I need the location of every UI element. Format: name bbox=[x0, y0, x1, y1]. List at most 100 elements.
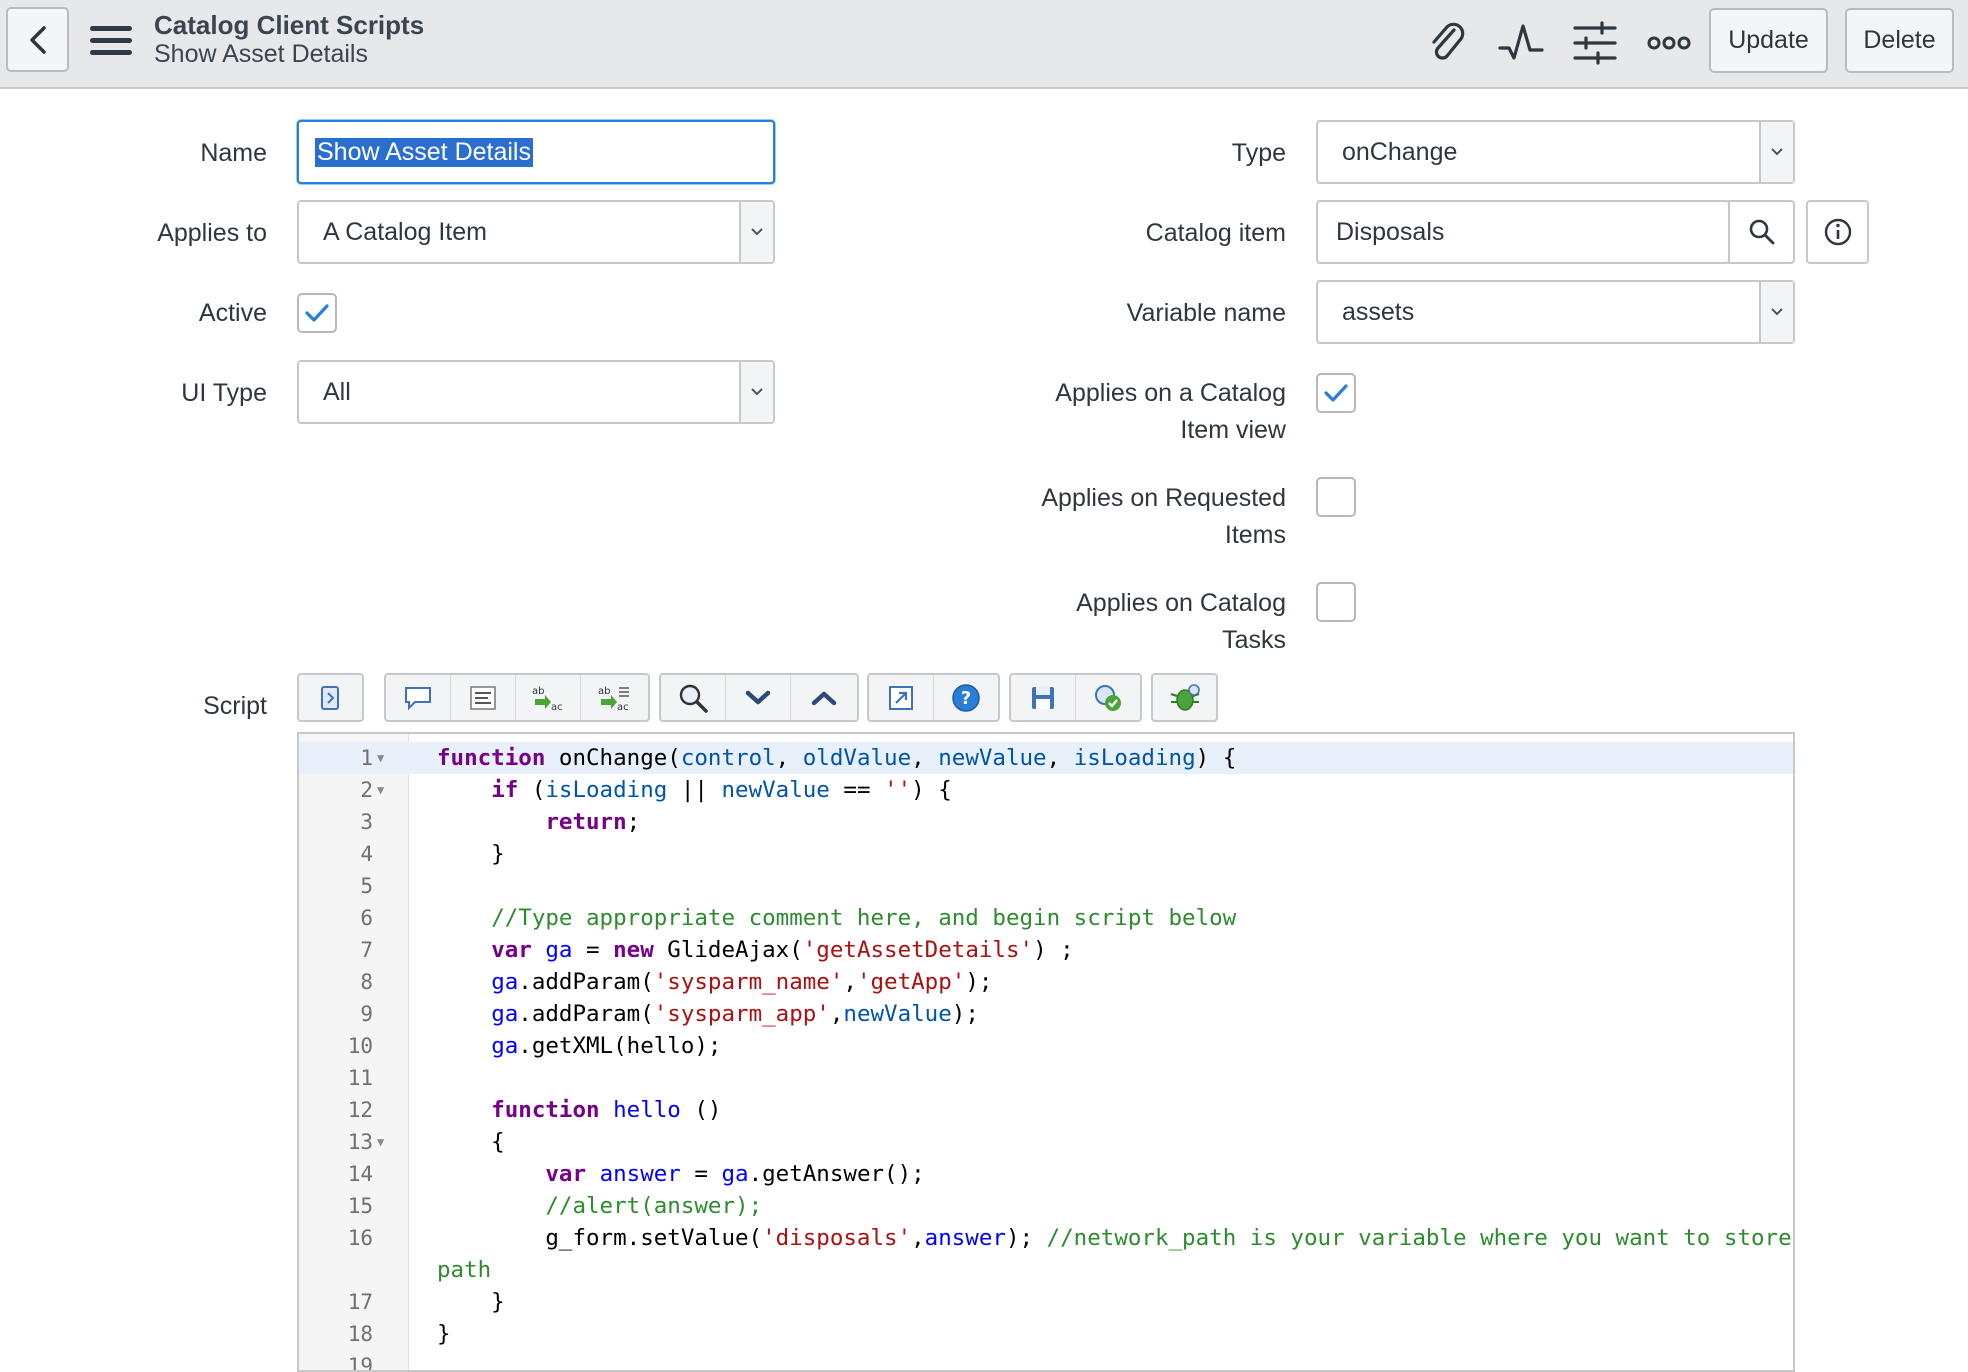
name-input-value: Show Asset Details bbox=[315, 137, 533, 167]
activity-icon[interactable] bbox=[1498, 20, 1544, 66]
name-label: Name bbox=[200, 139, 267, 167]
script-toolbar-group-4: ? bbox=[867, 673, 1000, 722]
code-line[interactable]: 12 function hello () bbox=[299, 1094, 1793, 1126]
menu-icon[interactable] bbox=[90, 26, 132, 58]
search-icon bbox=[1749, 219, 1774, 245]
applies-tasks-checkbox[interactable] bbox=[1316, 582, 1356, 622]
fullscreen-button[interactable] bbox=[869, 675, 934, 720]
chevron-down-icon bbox=[1771, 148, 1783, 156]
code-line[interactable]: 13 ▼ { bbox=[299, 1126, 1793, 1158]
applies-requested-checkbox[interactable] bbox=[1316, 477, 1356, 517]
svg-text:ab: ab bbox=[598, 686, 610, 697]
catalog-item-lookup-button[interactable] bbox=[1728, 200, 1795, 264]
fullscreen-icon bbox=[888, 685, 913, 710]
script-editor[interactable]: 1 ▼ function onChange(control, oldValue, n… bbox=[297, 732, 1795, 1372]
type-label: Type bbox=[1231, 139, 1286, 167]
type-value: onChange bbox=[1342, 137, 1458, 166]
help-icon: ? bbox=[952, 683, 980, 712]
applies-tasks-label-line1: Applies on Catalog bbox=[1076, 589, 1286, 617]
applies-catalog-view-label: Applies on a Catalog Item view bbox=[900, 375, 1286, 449]
code-line[interactable]: 18} bbox=[299, 1318, 1793, 1350]
code-line[interactable]: 10 ga.getXML(hello); bbox=[299, 1030, 1793, 1062]
variable-name-dropdown-arrow[interactable] bbox=[1759, 282, 1793, 342]
back-icon bbox=[29, 25, 46, 54]
checkmark-icon bbox=[305, 304, 329, 322]
replace-all-button[interactable]: ab ac bbox=[581, 675, 646, 720]
syntax-toggle-icon bbox=[320, 685, 339, 710]
find-next-button[interactable] bbox=[726, 675, 791, 720]
active-label: Active bbox=[198, 299, 267, 327]
code-line[interactable]: 4 } bbox=[299, 838, 1793, 870]
code-line[interactable]: path bbox=[299, 1254, 1793, 1286]
comment-button[interactable] bbox=[386, 675, 451, 720]
applies-to-label: Applies to bbox=[157, 219, 267, 247]
code-line[interactable]: 6 //Type appropriate comment here, and b… bbox=[299, 902, 1793, 934]
chevron-up-icon bbox=[811, 691, 836, 705]
magnifier-icon bbox=[679, 684, 708, 713]
find-previous-button[interactable] bbox=[791, 675, 856, 720]
search-code-button[interactable] bbox=[661, 675, 726, 720]
settings-sliders-icon[interactable] bbox=[1572, 20, 1618, 66]
catalog-item-label: Catalog item bbox=[1145, 219, 1286, 247]
check-syntax-button[interactable] bbox=[1076, 675, 1141, 720]
applies-requested-label-line2: Items bbox=[1224, 521, 1286, 549]
catalog-item-info-button[interactable] bbox=[1806, 200, 1869, 264]
type-select[interactable]: onChange bbox=[1316, 120, 1795, 184]
chevron-down-icon bbox=[1771, 308, 1783, 316]
code-line[interactable]: 8 ga.addParam('sysparm_name','getApp'); bbox=[299, 966, 1793, 998]
code-line[interactable]: 9 ga.addParam('sysparm_app',newValue); bbox=[299, 998, 1793, 1030]
applies-to-select[interactable]: A Catalog Item bbox=[297, 200, 775, 264]
code-line[interactable]: 17 } bbox=[299, 1286, 1793, 1318]
update-button[interactable]: Update bbox=[1709, 8, 1828, 73]
format-code-button[interactable] bbox=[451, 675, 516, 720]
header-subtitle: Show Asset Details bbox=[154, 40, 368, 68]
checkmark-icon bbox=[1324, 384, 1348, 402]
svg-text:ac: ac bbox=[551, 702, 563, 713]
save-icon bbox=[1031, 686, 1054, 709]
applies-to-value: A Catalog Item bbox=[323, 217, 487, 246]
applies-catalog-view-checkbox[interactable] bbox=[1316, 373, 1356, 413]
applies-catalog-view-label-line1: Applies on a Catalog bbox=[1055, 379, 1286, 407]
applies-catalog-view-label-line2: Item view bbox=[1180, 416, 1286, 444]
toggle-syntax-button[interactable] bbox=[299, 675, 362, 720]
applies-to-dropdown-arrow[interactable] bbox=[739, 202, 773, 262]
chevron-down-icon bbox=[751, 228, 763, 236]
code-line[interactable]: 5 bbox=[299, 870, 1793, 902]
code-line[interactable]: 14 var answer = ga.getAnswer(); bbox=[299, 1158, 1793, 1190]
code-line[interactable]: 1 ▼ function onChange(control, oldValue, n… bbox=[299, 742, 1793, 774]
script-toolbar-group-5 bbox=[1009, 673, 1142, 722]
variable-name-value: assets bbox=[1342, 297, 1415, 326]
replace-icon: abac bbox=[532, 686, 563, 713]
variable-name-select[interactable]: assets bbox=[1316, 280, 1795, 344]
code-line[interactable]: 3 return; bbox=[299, 806, 1793, 838]
delete-button[interactable]: Delete bbox=[1845, 8, 1954, 73]
replace-button[interactable]: ab ac bbox=[516, 675, 581, 720]
svg-text:ac: ac bbox=[617, 702, 629, 713]
paperclip-icon[interactable] bbox=[1424, 20, 1470, 66]
back-button[interactable] bbox=[6, 7, 69, 72]
applies-tasks-label-line2: Tasks bbox=[1222, 626, 1286, 654]
code-line[interactable]: 15 //alert(answer); bbox=[299, 1190, 1793, 1222]
code-line[interactable]: 19 bbox=[299, 1350, 1793, 1370]
save-script-button[interactable] bbox=[1011, 675, 1076, 720]
script-debugger-button[interactable] bbox=[1153, 675, 1216, 720]
ui-type-value: All bbox=[323, 377, 351, 406]
svg-text:ab: ab bbox=[532, 686, 544, 697]
type-dropdown-arrow[interactable] bbox=[1759, 122, 1793, 182]
ui-type-select[interactable]: All bbox=[297, 360, 775, 424]
format-icon bbox=[470, 685, 496, 710]
active-checkbox[interactable] bbox=[297, 293, 337, 333]
code-line[interactable]: 2 ▼ if (isLoading || newValue == '') { bbox=[299, 774, 1793, 806]
code-line[interactable]: 11 bbox=[299, 1062, 1793, 1094]
name-input[interactable]: Show Asset Details bbox=[297, 120, 775, 184]
catalog-item-input[interactable]: Disposals bbox=[1316, 200, 1730, 264]
ui-type-dropdown-arrow[interactable] bbox=[739, 362, 773, 422]
code-line[interactable]: 7 var ga = new GlideAjax('getAssetDetail… bbox=[299, 934, 1793, 966]
chevron-down-icon bbox=[751, 388, 763, 396]
help-button[interactable]: ? bbox=[934, 675, 999, 720]
script-label: Script bbox=[203, 692, 267, 720]
ui-type-label: UI Type bbox=[181, 379, 267, 407]
more-icon[interactable] bbox=[1646, 20, 1692, 66]
applies-requested-label: Applies on Requested Items bbox=[900, 480, 1286, 554]
code-line[interactable]: 16 g_form.setValue('disposals',answer); … bbox=[299, 1222, 1793, 1254]
